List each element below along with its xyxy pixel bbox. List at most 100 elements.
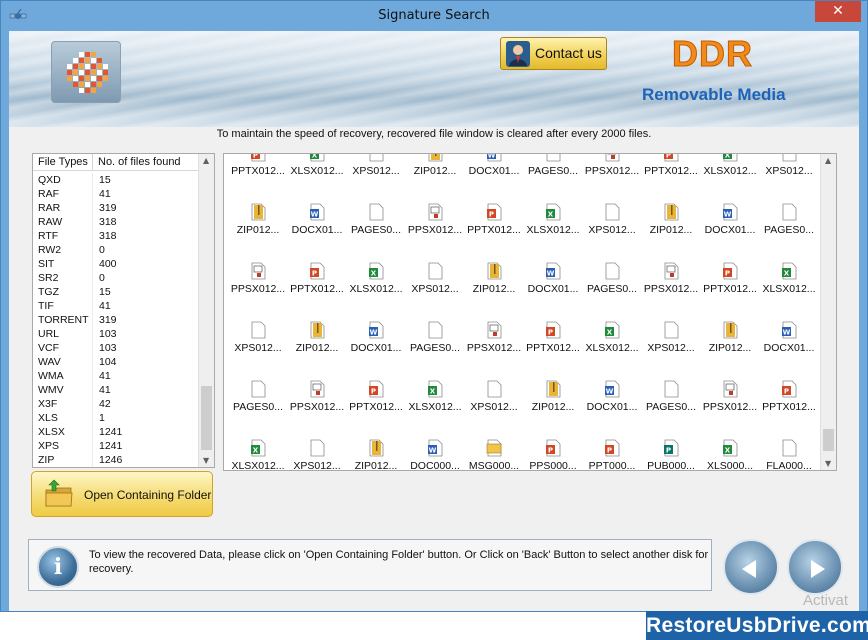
file-item[interactable]: XPS012... [641,321,701,377]
file-item[interactable]: W DOCX01... [700,203,760,259]
file-item[interactable]: X XLSX012... [228,439,288,470]
table-row[interactable]: RTF 318 [33,229,199,243]
file-item[interactable]: PAGES0... [346,203,406,259]
file-item[interactable]: P PPTX012... [523,321,583,377]
open-containing-folder-button[interactable]: Open Containing Folder [31,471,213,517]
file-item[interactable]: FLA000... [759,439,819,470]
table-row[interactable]: RAF 41 [33,187,199,201]
file-item[interactable]: X XLSX012... [759,262,819,318]
file-item[interactable]: PAGES0... [228,380,288,436]
back-button[interactable] [723,539,779,595]
file-item[interactable]: P PPTX012... [641,154,701,200]
table-row[interactable]: SR2 0 [33,271,199,285]
file-item[interactable]: XPS012... [759,154,819,200]
file-item[interactable]: W DOCX01... [582,380,642,436]
table-row[interactable]: URL 103 [33,327,199,341]
file-item[interactable]: ZIP012... [700,321,760,377]
file-item[interactable]: PAGES0... [405,321,465,377]
logo-tile [67,64,72,69]
file-item[interactable]: P PPTX012... [464,203,524,259]
files-scrollbar[interactable]: ▲ ▼ [820,154,836,470]
file-item[interactable]: P PPTX012... [228,154,288,200]
table-row[interactable]: SIT 400 [33,257,199,271]
file-item[interactable]: ZIP012... [228,203,288,259]
file-item[interactable]: X XLSX012... [582,321,642,377]
file-item[interactable]: X XLS000... [700,439,760,470]
table-row[interactable]: TGZ 15 [33,285,199,299]
scroll-down-icon[interactable]: ▼ [825,459,831,468]
file-item[interactable]: PPSX012... [700,380,760,436]
file-item[interactable]: PPSX012... [287,380,347,436]
file-item[interactable]: MSG000... [464,439,524,470]
file-item[interactable]: XPS012... [582,203,642,259]
file-item[interactable]: XPS012... [346,154,406,200]
file-item[interactable]: P PPT000... [582,439,642,470]
file-item[interactable]: W DOCX01... [523,262,583,318]
file-item[interactable]: P PUB000... [641,439,701,470]
file-item[interactable]: X XLSX012... [405,380,465,436]
scroll-down-icon[interactable]: ▼ [203,456,209,465]
next-button[interactable] [787,539,843,595]
table-row[interactable]: TIF 41 [33,299,199,313]
xps-file-icon [369,154,384,162]
file-item[interactable]: ZIP012... [287,321,347,377]
file-item[interactable]: PAGES0... [582,262,642,318]
file-item[interactable]: W DOCX01... [464,154,524,200]
file-item[interactable]: W DOCX01... [346,321,406,377]
table-row[interactable]: ZIP 1246 [33,453,199,467]
close-button[interactable]: ✕ [815,1,861,22]
file-item[interactable]: PAGES0... [641,380,701,436]
recovered-files-view[interactable]: P PPTX012... X XLSX012... XPS012... ZIP012...… [223,153,837,471]
scroll-up-icon[interactable]: ▲ [825,156,831,165]
file-item[interactable]: X XLSX012... [346,262,406,318]
file-item[interactable]: P PPTX012... [759,380,819,436]
column-header-count[interactable]: No. of files found [93,154,199,170]
table-row[interactable]: TORRENT 319 [33,313,199,327]
table-row[interactable]: XPS 1241 [33,439,199,453]
file-types-table[interactable]: File Types No. of files found QXD 15 RAF 41… [32,153,215,468]
table-row[interactable]: XLSX 1241 [33,425,199,439]
column-header-file-types[interactable]: File Types [33,154,93,170]
file-item[interactable]: PAGES0... [523,154,583,200]
file-item[interactable]: PPSX012... [464,321,524,377]
contact-us-button[interactable]: Contact us [500,37,607,70]
file-item[interactable]: XPS012... [287,439,347,470]
file-item[interactable]: PPSX012... [641,262,701,318]
scroll-thumb[interactable] [201,386,212,450]
file-item[interactable]: ZIP012... [346,439,406,470]
table-row[interactable]: WMV 41 [33,383,199,397]
file-item[interactable]: PPSX012... [582,154,642,200]
file-item[interactable]: ZIP012... [405,154,465,200]
file-item[interactable]: XPS012... [405,262,465,318]
file-item[interactable]: X XLSX012... [700,154,760,200]
file-item[interactable]: ZIP012... [641,203,701,259]
file-item[interactable]: XPS012... [464,380,524,436]
file-item[interactable]: P PPTX012... [287,262,347,318]
scroll-up-icon[interactable]: ▲ [203,156,209,165]
table-row[interactable]: RAR 319 [33,201,199,215]
table-row[interactable]: QXD 15 [33,173,199,187]
table-row[interactable]: RW2 0 [33,243,199,257]
file-item[interactable]: PPSX012... [405,203,465,259]
file-item[interactable]: PPSX012... [228,262,288,318]
table-scrollbar[interactable]: ▲ ▼ [198,154,214,467]
table-row[interactable]: WMA 41 [33,369,199,383]
file-item[interactable]: ZIP012... [523,380,583,436]
file-item[interactable]: P PPTX012... [346,380,406,436]
table-row[interactable]: WAV 104 [33,355,199,369]
table-row[interactable]: XLS 1 [33,411,199,425]
file-item[interactable]: ZIP012... [464,262,524,318]
file-item[interactable]: X XLSX012... [287,154,347,200]
file-item[interactable]: W DOCX01... [759,321,819,377]
file-item[interactable]: X XLSX012... [523,203,583,259]
table-row[interactable]: X3F 42 [33,397,199,411]
table-row[interactable]: VCF 103 [33,341,199,355]
file-item[interactable]: P PPS000... [523,439,583,470]
file-item[interactable]: P PPTX012... [700,262,760,318]
file-item[interactable]: XPS012... [228,321,288,377]
file-item[interactable]: W DOCX01... [287,203,347,259]
scroll-thumb[interactable] [823,429,834,451]
table-row[interactable]: RAW 318 [33,215,199,229]
file-item[interactable]: W DOC000... [405,439,465,470]
file-item[interactable]: PAGES0... [759,203,819,259]
